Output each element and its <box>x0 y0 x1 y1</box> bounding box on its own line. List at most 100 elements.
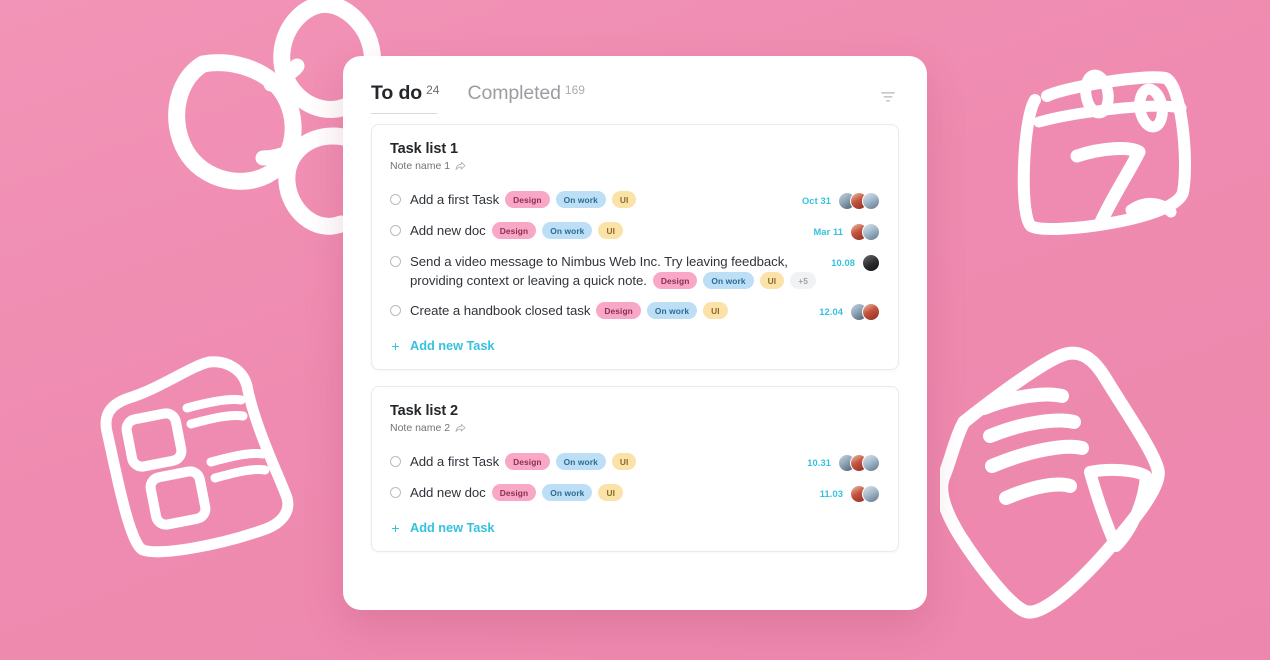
task-rows: Add a first Task Design On work UI Oct 31 Add… <box>390 185 880 327</box>
add-new-task-button[interactable]: + Add new Task <box>390 335 880 357</box>
task-tag[interactable]: UI <box>598 484 624 502</box>
task-list-note-label: Note name 2 <box>390 422 451 434</box>
task-text: Add new doc <box>410 223 486 238</box>
task-row[interactable]: Add a first Task Design On work UI Oct 31 <box>390 185 880 216</box>
task-row[interactable]: Create a handbook closed task Design On wo… <box>390 296 880 327</box>
filter-button[interactable] <box>877 86 899 108</box>
task-text: Add a first Task <box>410 454 500 469</box>
task-tag[interactable]: UI <box>611 453 637 471</box>
task-tag[interactable]: Design <box>491 222 537 240</box>
task-assignees <box>850 485 880 503</box>
task-checkbox[interactable] <box>390 305 401 316</box>
tab-completed-label: Completed <box>467 82 561 104</box>
tab-to-do-count: 24 <box>426 83 440 97</box>
task-tags: Design On work UI <box>499 191 637 209</box>
task-text: Send a video message to Nimbus Web Inc. … <box>410 254 788 269</box>
note-doodle <box>940 346 1165 619</box>
task-body: Send a video message to Nimbus Web Inc. … <box>410 252 831 290</box>
task-list-title: Task list 1 <box>390 141 458 157</box>
add-new-task-button[interactable]: + Add new Task <box>390 517 880 539</box>
task-checkbox[interactable] <box>390 225 401 236</box>
task-date: 11.03 <box>819 489 843 499</box>
avatar[interactable] <box>862 254 880 272</box>
avatar[interactable] <box>862 223 880 241</box>
task-date: Oct 31 <box>801 196 831 206</box>
task-list-title: Task list 2 <box>390 403 458 419</box>
task-tag[interactable]: On work <box>555 453 606 471</box>
task-assignees <box>838 454 880 472</box>
task-checkbox[interactable] <box>390 256 401 267</box>
share-note-button[interactable] <box>455 161 466 171</box>
tab-to-do-label: To do <box>371 82 423 104</box>
task-tag[interactable]: UI <box>611 191 637 209</box>
task-body: Add new doc Design On work UI <box>410 221 813 240</box>
add-new-task-label: Add new Task <box>410 338 495 353</box>
task-tag[interactable]: Design <box>505 453 550 471</box>
task-assignees <box>838 192 880 210</box>
plus-icon: + <box>391 337 400 354</box>
task-tags: Design On work UI <box>499 453 637 471</box>
task-rows: Add a first Task Design On work UI 10.31 Add … <box>390 447 880 509</box>
task-date: 10.31 <box>807 458 831 468</box>
task-lists-container: Task list 1 Note name 1 Add a first Task De… <box>371 124 899 552</box>
task-row[interactable]: Add a first Task Design On work UI 10.31 <box>390 447 880 478</box>
task-tag[interactable]: UI <box>759 272 785 290</box>
task-tag[interactable]: On work <box>542 484 593 502</box>
task-list-note: Note name 1 <box>390 160 880 172</box>
task-date: 10.08 <box>831 258 855 268</box>
share-note-button[interactable] <box>455 423 466 433</box>
task-list-note-label: Note name 1 <box>390 160 451 172</box>
tabs-bar: To do 24 Completed 169 <box>371 82 899 124</box>
task-assignees <box>850 303 880 321</box>
task-tag[interactable]: On work <box>646 302 698 320</box>
task-body: Add new doc Design On work UI <box>410 483 820 502</box>
task-tag[interactable]: UI <box>598 222 624 240</box>
task-text-line2: providing context or leaving a quick not… <box>410 271 823 290</box>
add-new-task-label: Add new Task <box>410 520 495 535</box>
task-body: Add a first Task Design On work UI <box>410 452 807 471</box>
task-text: Add new doc <box>410 485 486 500</box>
task-meta: 10.08 <box>831 254 880 272</box>
task-tag[interactable]: Design <box>596 302 641 320</box>
task-tags: Design On work UI +5 <box>647 272 816 290</box>
avatar[interactable] <box>862 303 880 321</box>
task-meta: 12.04 <box>819 303 880 321</box>
checklist-doodle <box>100 356 294 558</box>
avatar[interactable] <box>862 192 880 210</box>
task-checkbox[interactable] <box>390 194 401 205</box>
task-tag[interactable]: On work <box>555 191 606 209</box>
task-row[interactable]: Add new doc Design On work UI 11.03 <box>390 478 880 509</box>
task-checkbox[interactable] <box>390 487 401 498</box>
task-meta: Oct 31 <box>802 192 880 210</box>
task-tag[interactable]: On work <box>703 272 754 290</box>
share-icon <box>455 161 466 170</box>
task-meta: 11.03 <box>820 485 880 503</box>
tab-to-do[interactable]: To do 24 <box>371 82 439 114</box>
calendar-doodle <box>1017 69 1191 235</box>
task-date: 12.04 <box>819 307 843 317</box>
task-text: Add a first Task <box>410 192 500 207</box>
tab-completed-count: 169 <box>564 83 585 97</box>
avatar[interactable] <box>862 454 880 472</box>
task-tag[interactable]: Design <box>652 272 698 290</box>
filter-icon <box>881 92 895 102</box>
avatar[interactable] <box>862 485 880 503</box>
task-assignees <box>862 254 880 272</box>
task-tag[interactable]: On work <box>542 222 593 240</box>
task-tag[interactable]: Design <box>505 191 550 209</box>
task-tags: Design On work UI <box>486 484 624 502</box>
task-body: Create a handbook closed task Design On wo… <box>410 301 819 320</box>
task-assignees <box>850 223 880 241</box>
task-checkbox[interactable] <box>390 456 401 467</box>
task-date: Mar 11 <box>813 227 843 237</box>
task-tag[interactable]: Design <box>491 484 537 502</box>
task-tag-overflow[interactable]: +5 <box>790 272 816 290</box>
task-tag[interactable]: UI <box>703 302 728 320</box>
task-row[interactable]: Send a video message to Nimbus Web Inc. … <box>390 247 880 296</box>
task-meta: Mar 11 <box>813 223 880 241</box>
task-list-card: Task list 1 Note name 1 Add a first Task De… <box>371 124 899 370</box>
task-row[interactable]: Add new doc Design On work UI Mar 11 <box>390 216 880 247</box>
plus-icon: + <box>391 519 400 536</box>
tab-completed[interactable]: Completed 169 <box>467 82 584 114</box>
tasks-panel: To do 24 Completed 169 Task list 1 Note n… <box>343 56 927 610</box>
